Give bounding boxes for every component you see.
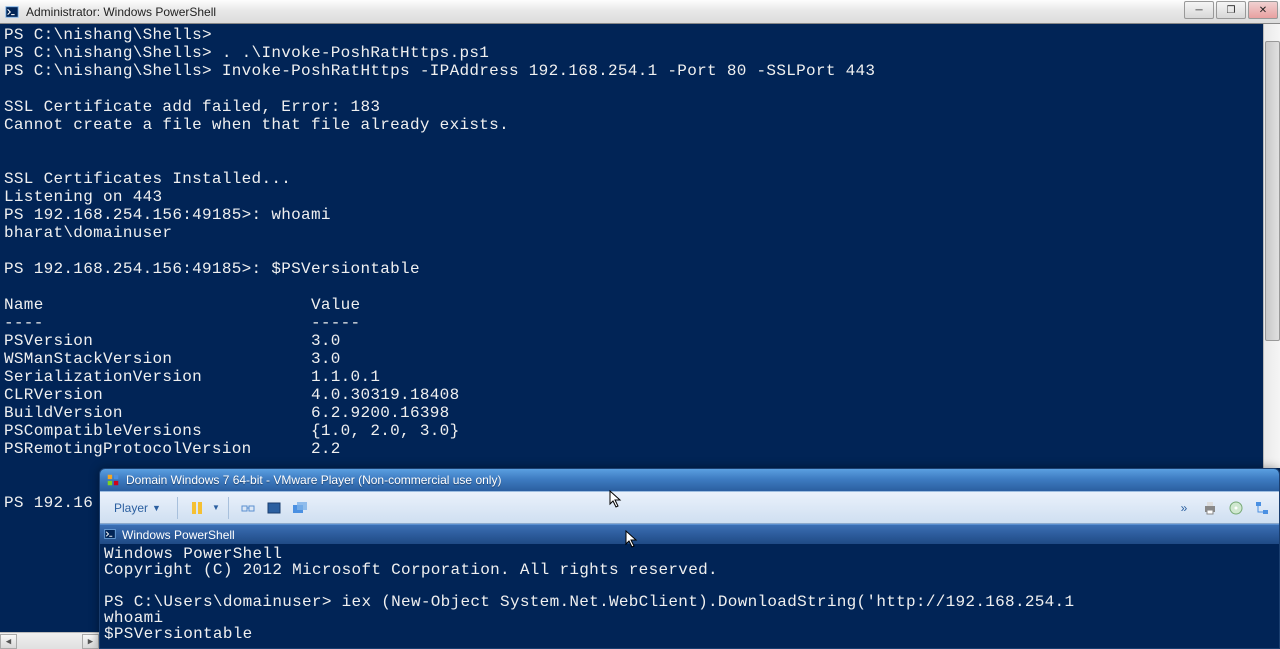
vm-titlebar[interactable]: Domain Windows 7 64-bit - VMware Player … — [100, 469, 1279, 491]
fullscreen-icon[interactable] — [263, 497, 285, 519]
maximize-button[interactable]: ❐ — [1216, 1, 1246, 19]
inner-ps-title: Windows PowerShell — [122, 528, 235, 542]
vertical-scrollbar[interactable] — [1263, 24, 1280, 468]
powershell-icon — [104, 528, 118, 542]
vm-window-title: Domain Windows 7 64-bit - VMware Player … — [126, 473, 501, 487]
send-keys-icon[interactable] — [237, 497, 259, 519]
vmware-icon — [106, 473, 120, 487]
window-controls: ─ ❐ ✕ — [1182, 1, 1278, 19]
player-menu-button[interactable]: Player ▼ — [106, 498, 169, 518]
window-title: Administrator: Windows PowerShell — [26, 5, 216, 19]
scroll-right-arrow-icon[interactable]: ▶ — [82, 634, 99, 649]
chevron-right-icon[interactable]: » — [1173, 497, 1195, 519]
inner-terminal-text: Windows PowerShell Copyright (C) 2012 Mi… — [104, 546, 1275, 642]
inner-terminal-output[interactable]: Windows PowerShell Copyright (C) 2012 Mi… — [100, 544, 1279, 649]
vm-toolbar: Player ▼ ▼ » — [100, 491, 1279, 524]
vmware-player-window: Domain Windows 7 64-bit - VMware Player … — [99, 468, 1280, 649]
chevron-down-icon[interactable]: ▼ — [212, 503, 220, 512]
close-button[interactable]: ✕ — [1248, 1, 1278, 19]
horizontal-scrollbar[interactable]: ◀ ▶ — [0, 632, 99, 649]
network-icon[interactable] — [1251, 497, 1273, 519]
scrollbar-thumb[interactable] — [1265, 41, 1280, 341]
printer-icon[interactable] — [1199, 497, 1221, 519]
player-label: Player — [114, 501, 148, 515]
minimize-button[interactable]: ─ — [1184, 1, 1214, 19]
inner-ps-titlebar[interactable]: Windows PowerShell — [100, 524, 1279, 544]
separator — [177, 497, 178, 519]
cd-icon[interactable] — [1225, 497, 1247, 519]
pause-icon[interactable] — [186, 497, 208, 519]
titlebar[interactable]: Administrator: Windows PowerShell ─ ❐ ✕ — [0, 0, 1280, 24]
powershell-icon — [4, 4, 20, 20]
toolbar-right-group: » — [1173, 497, 1273, 519]
terminal-text: PS C:\nishang\Shells> PS C:\nishang\Shel… — [4, 26, 1276, 512]
separator — [228, 497, 229, 519]
scroll-left-arrow-icon[interactable]: ◀ — [0, 634, 17, 649]
unity-icon[interactable] — [289, 497, 311, 519]
chevron-down-icon: ▼ — [152, 503, 161, 513]
